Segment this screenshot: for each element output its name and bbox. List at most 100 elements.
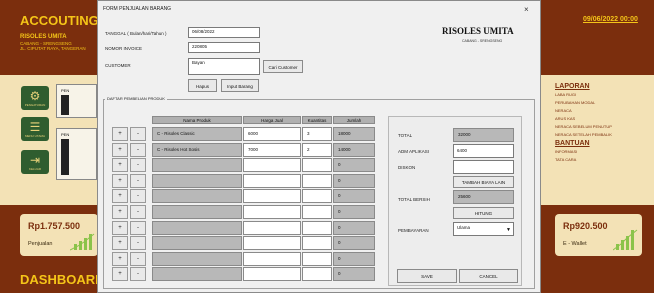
row-qty-field[interactable] <box>302 251 332 266</box>
company-name: RISOLES UMITA <box>20 34 67 40</box>
laporan-item-neraca-setelah-pembalik[interactable]: NERACA SETELAH PEMBALIK <box>555 132 650 137</box>
row-product-name <box>152 267 242 282</box>
column-header-name: Nama Produk <box>152 116 242 124</box>
row-product-name <box>152 189 242 204</box>
customer-field[interactable]: Bayan <box>188 58 260 75</box>
row-price-field[interactable] <box>243 189 301 204</box>
table-row: + - 0 <box>112 267 376 283</box>
row-qty-field[interactable]: 2 <box>302 142 332 157</box>
plus-button[interactable]: + <box>112 158 128 173</box>
laporan-item-perubahan-modal[interactable]: PERUBAHAN MODAL <box>555 100 650 105</box>
row-qty-field[interactable] <box>302 173 332 188</box>
laporan-item-arus-kas[interactable]: ARUS KAS <box>555 116 650 121</box>
row-product-name <box>152 251 242 266</box>
cancel-button[interactable]: CANCEL <box>459 269 518 283</box>
row-price-field[interactable]: 6000 <box>243 127 301 141</box>
minus-button[interactable]: - <box>130 267 146 282</box>
plus-button[interactable]: + <box>112 173 128 188</box>
plus-button[interactable]: + <box>112 142 128 157</box>
sales-amount: Rp1.757.500 <box>28 221 81 231</box>
row-price-field[interactable] <box>243 158 301 173</box>
row-qty-field[interactable] <box>302 267 332 282</box>
close-icon[interactable]: × <box>524 5 529 14</box>
calculate-button[interactable]: HITUNG <box>453 207 514 219</box>
minus-button[interactable]: - <box>130 236 146 251</box>
hidden-frame-icon <box>61 95 69 115</box>
row-price-field[interactable]: 7000 <box>243 142 301 157</box>
row-qty-field[interactable] <box>302 236 332 251</box>
input-item-button[interactable]: Input Barang <box>221 79 259 92</box>
row-total: 0 <box>333 251 375 266</box>
column-header-price: Harga Jual <box>243 116 301 124</box>
dashboard-label: DASHBOARI <box>20 272 99 287</box>
plus-button[interactable]: + <box>112 267 128 282</box>
delete-button[interactable]: Hapus <box>188 79 217 92</box>
row-price-field[interactable] <box>243 267 301 282</box>
tanggal-field[interactable]: 06/08/2022 <box>188 27 260 38</box>
date-link[interactable]: 09/06/2022 00:00 <box>583 16 638 23</box>
row-qty-field[interactable] <box>302 158 332 173</box>
plus-button[interactable]: + <box>112 236 128 251</box>
ewallet-amount: Rp920.500 <box>563 221 608 231</box>
row-product-name <box>152 204 242 219</box>
diskon-field[interactable] <box>453 160 514 174</box>
minus-button[interactable]: - <box>130 158 146 173</box>
row-price-field[interactable] <box>243 173 301 188</box>
sales-label: Penjualan <box>28 241 53 247</box>
invoice-field[interactable]: 220805 <box>188 42 260 53</box>
total-value: 32000 <box>453 128 514 142</box>
column-header-total: Jumlah <box>333 116 375 124</box>
row-price-field[interactable] <box>243 220 301 235</box>
plus-button[interactable]: + <box>112 251 128 266</box>
exit-label: KELUAR <box>28 167 41 171</box>
row-qty-field[interactable]: 3 <box>302 127 332 141</box>
hidden-frame-label: PEN <box>61 132 70 137</box>
row-price-field[interactable] <box>243 204 301 219</box>
company-address: CABANG - SRENGSENG JL. CIPUTAT RAYA, TAN… <box>20 41 86 51</box>
row-price-field[interactable] <box>243 251 301 266</box>
chevron-down-icon[interactable]: ▼ <box>506 227 511 233</box>
laporan-item-laba-rugi[interactable]: LABA RUGI <box>555 92 650 97</box>
minus-button[interactable]: - <box>130 251 146 266</box>
row-qty-field[interactable] <box>302 204 332 219</box>
row-price-field[interactable] <box>243 236 301 251</box>
minus-button[interactable]: - <box>130 173 146 188</box>
settings-button[interactable]: ⚙ PENGATURAN <box>21 86 49 110</box>
payment-select[interactable]: Ulama ▼ <box>453 222 514 236</box>
bantuan-item-tata-cara[interactable]: TATA CARA <box>555 157 650 162</box>
table-row: + - 0 <box>112 236 376 252</box>
minus-button[interactable]: - <box>130 220 146 235</box>
bantuan-title: BANTUAN <box>555 140 590 147</box>
row-qty-field[interactable] <box>302 189 332 204</box>
search-customer-button[interactable]: Cari Customer <box>263 60 303 73</box>
row-total: 14000 <box>333 142 375 157</box>
total-bersih-value: 25600 <box>453 190 514 204</box>
laporan-item-neraca[interactable]: NERACA <box>555 108 650 113</box>
product-list-frame-label: DAFTAR PEMBELIAN PRODUK <box>105 96 167 101</box>
minus-button[interactable]: - <box>130 127 146 141</box>
table-row: + - 0 <box>112 173 376 190</box>
minus-button[interactable]: - <box>130 204 146 219</box>
save-button[interactable]: SAVE <box>397 269 457 283</box>
minus-button[interactable]: - <box>130 189 146 204</box>
laporan-item-neraca-sebelum-penutup[interactable]: NERACA SEBELUM PENUTUP <box>555 124 650 129</box>
adm-field[interactable]: 6400 <box>453 144 514 158</box>
plus-button[interactable]: + <box>112 220 128 235</box>
hidden-frame-1: PEN <box>56 84 97 118</box>
exit-button[interactable]: ⇥ KELUAR <box>21 150 49 174</box>
row-total: 0 <box>333 267 375 282</box>
total-label: TOTAL <box>398 133 413 138</box>
bantuan-item-informasi[interactable]: INFORMASI <box>555 149 650 154</box>
sales-card: Rp1.757.500 Penjualan <box>20 214 98 256</box>
plus-button[interactable]: + <box>112 204 128 219</box>
row-total: 0 <box>333 173 375 188</box>
row-qty-field[interactable] <box>302 220 332 235</box>
plus-button[interactable]: + <box>112 127 128 141</box>
row-total: 0 <box>333 189 375 204</box>
plus-button[interactable]: + <box>112 189 128 204</box>
main-menu-button[interactable]: ☰ MENU UTAMA <box>21 117 49 141</box>
total-bersih-label: TOTAL BERSIH <box>398 197 430 202</box>
table-row: + - 0 <box>112 158 376 174</box>
add-other-cost-button[interactable]: TAMBAH BIAYA LAIN <box>453 176 514 188</box>
minus-button[interactable]: - <box>130 142 146 157</box>
